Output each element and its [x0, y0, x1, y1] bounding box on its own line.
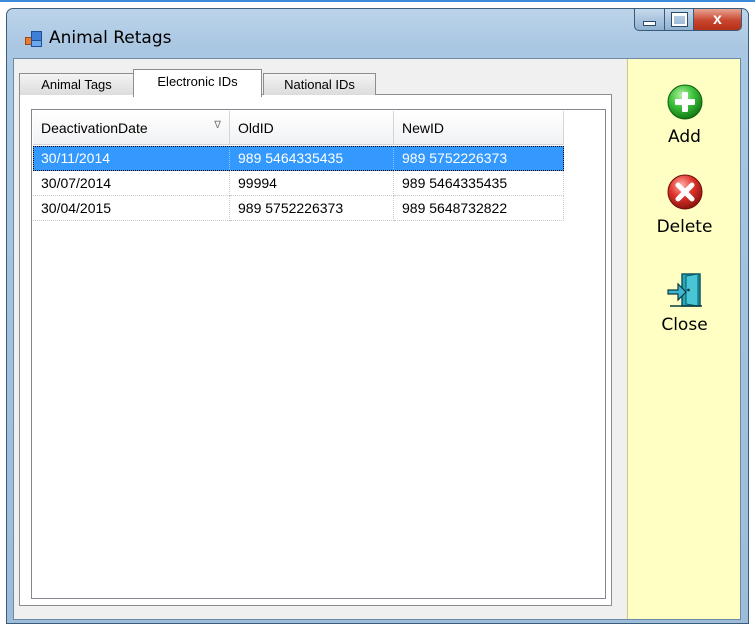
minimize-button[interactable] — [634, 9, 665, 31]
cell-deactivation-date[interactable]: 30/07/2014 — [33, 171, 230, 196]
delete-label: Delete — [656, 217, 713, 237]
cell-old-id[interactable]: 99994 — [230, 171, 394, 196]
maximize-button[interactable] — [665, 9, 694, 31]
cell-new-id[interactable]: 989 5464335435 — [394, 171, 564, 196]
x-circle-icon — [667, 174, 702, 210]
column-header-label: NewID — [402, 119, 445, 136]
column-header-new-id[interactable]: NewID — [394, 111, 564, 145]
retags-grid[interactable]: DeactivationDate ∇ OldID NewID 30/11/201… — [31, 109, 606, 599]
tab-national-ids[interactable]: National IDs — [263, 73, 376, 95]
close-button[interactable]: Close — [628, 271, 741, 335]
cell-deactivation-date[interactable]: 30/11/2014 — [33, 146, 230, 171]
cell-old-id[interactable]: 989 5752226373 — [230, 196, 394, 221]
add-label: Add — [668, 127, 701, 147]
cell-deactivation-date[interactable]: 30/04/2015 — [33, 196, 230, 221]
maximize-icon — [670, 12, 688, 27]
tab-label: Animal Tags — [41, 77, 112, 92]
grid-header: DeactivationDate ∇ OldID NewID — [33, 111, 564, 145]
caption-buttons: x — [634, 9, 742, 33]
cell-old-id[interactable]: 989 5464335435 — [230, 146, 394, 171]
action-toolbar: Add Delete Close — [627, 59, 740, 619]
exit-door-icon — [666, 273, 702, 307]
close-window-button[interactable]: x — [694, 9, 742, 31]
minimize-icon — [643, 21, 656, 26]
table-row[interactable]: 30/11/2014 989 5464335435 989 5752226373 — [33, 146, 564, 171]
tab-label: Electronic IDs — [157, 74, 238, 89]
tab-animal-tags[interactable]: Animal Tags — [19, 73, 134, 95]
close-icon: x — [713, 10, 722, 28]
cell-new-id[interactable]: 989 5752226373 — [394, 146, 564, 171]
delete-button[interactable]: Delete — [628, 173, 741, 237]
tab-label: National IDs — [284, 77, 355, 92]
sort-descending-icon: ∇ — [214, 120, 221, 131]
cell-new-id[interactable]: 989 5648732822 — [394, 196, 564, 221]
close-label: Close — [661, 315, 708, 335]
column-header-label: OldID — [238, 119, 274, 136]
tab-electronic-ids[interactable]: Electronic IDs — [133, 69, 262, 97]
column-header-deactivation-date[interactable]: DeactivationDate ∇ — [33, 111, 230, 145]
plus-circle-icon — [667, 84, 702, 120]
column-header-old-id[interactable]: OldID — [230, 111, 394, 145]
app-icon — [25, 31, 42, 47]
table-row[interactable]: 30/07/2014 99994 989 5464335435 — [33, 171, 564, 196]
table-row[interactable]: 30/04/2015 989 5752226373 989 5648732822 — [33, 196, 564, 221]
client-area: Animal Tags Electronic IDs National IDs … — [13, 58, 741, 620]
top-edge-line — [0, 0, 755, 2]
window-title: Animal Retags — [49, 28, 172, 48]
grid-body: 30/11/2014 989 5464335435 989 5752226373… — [33, 146, 564, 221]
column-header-label: DeactivationDate — [41, 119, 148, 136]
add-button[interactable]: Add — [628, 83, 741, 147]
